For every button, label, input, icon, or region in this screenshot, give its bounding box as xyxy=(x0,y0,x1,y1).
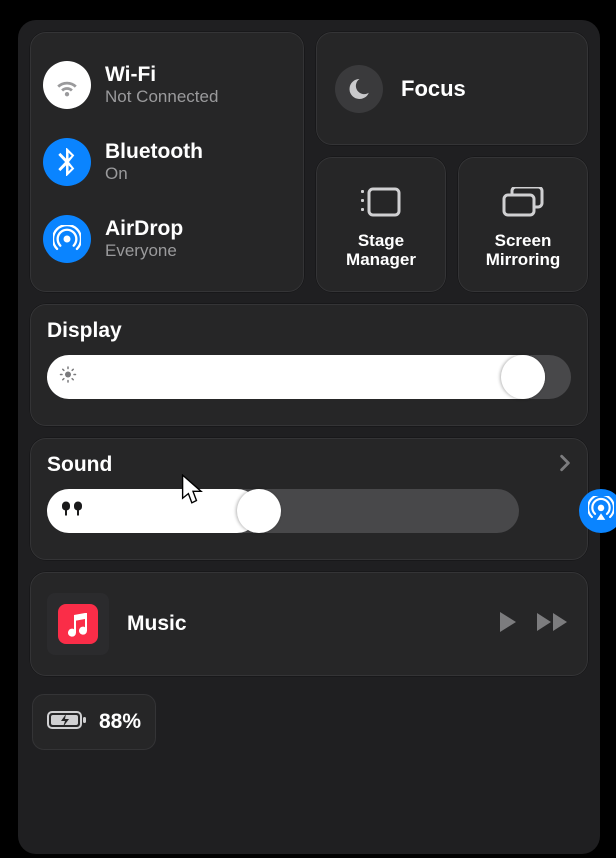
battery-row: 88% xyxy=(30,688,588,750)
sound-expand-button[interactable] xyxy=(559,454,571,477)
display-module: Display xyxy=(30,304,588,426)
now-playing-module[interactable]: Music xyxy=(30,572,588,676)
play-button[interactable] xyxy=(497,610,519,639)
airdrop-text: AirDrop Everyone xyxy=(105,217,183,261)
wifi-status: Not Connected xyxy=(105,87,218,107)
screen-mirroring-button[interactable]: Screen Mirroring xyxy=(458,157,588,292)
music-app-icon xyxy=(47,593,109,655)
screen-mirroring-icon xyxy=(502,178,544,226)
top-right-column: Focus Stage Manager Screen Mirroring xyxy=(316,32,588,292)
media-controls xyxy=(497,610,571,639)
sound-volume-slider[interactable] xyxy=(47,489,519,533)
stage-manager-label: Stage Manager xyxy=(346,232,416,269)
airdrop-title: AirDrop xyxy=(105,217,183,241)
display-slider-thumb xyxy=(501,355,545,399)
display-slider-fill xyxy=(47,355,545,399)
next-track-button[interactable] xyxy=(537,611,571,638)
wifi-title: Wi-Fi xyxy=(105,63,218,87)
airdrop-icon xyxy=(43,215,91,263)
wifi-text: Wi-Fi Not Connected xyxy=(105,63,218,107)
focus-icon xyxy=(335,65,383,113)
stage-manager-button[interactable]: Stage Manager xyxy=(316,157,446,292)
bluetooth-toggle[interactable]: Bluetooth On xyxy=(43,124,291,200)
battery-button[interactable]: 88% xyxy=(32,694,156,750)
bluetooth-icon xyxy=(43,138,91,186)
sound-slider-thumb xyxy=(237,489,281,533)
airpods-icon xyxy=(59,500,85,523)
tile-row: Stage Manager Screen Mirroring xyxy=(316,157,588,292)
wifi-icon xyxy=(43,61,91,109)
now-playing-title: Music xyxy=(127,612,497,636)
sound-module: Sound xyxy=(30,438,588,560)
battery-charging-icon xyxy=(47,709,87,736)
display-brightness-slider[interactable] xyxy=(47,355,571,399)
screen-mirroring-label: Screen Mirroring xyxy=(486,232,561,269)
bluetooth-text: Bluetooth On xyxy=(105,140,203,184)
wifi-toggle[interactable]: Wi-Fi Not Connected xyxy=(43,47,291,123)
connectivity-module: Wi-Fi Not Connected Bluetooth On Air xyxy=(30,32,304,292)
bluetooth-title: Bluetooth xyxy=(105,140,203,164)
airdrop-status: Everyone xyxy=(105,241,183,261)
battery-level: 88% xyxy=(99,710,141,734)
sound-output-button[interactable] xyxy=(579,489,616,533)
stage-manager-icon xyxy=(361,178,401,226)
sound-title: Sound xyxy=(47,453,112,477)
airplay-audio-icon xyxy=(588,496,614,527)
focus-label: Focus xyxy=(401,76,466,102)
focus-toggle[interactable]: Focus xyxy=(316,32,588,145)
brightness-low-icon xyxy=(59,366,77,389)
control-center: Wi-Fi Not Connected Bluetooth On Air xyxy=(18,20,600,854)
airdrop-toggle[interactable]: AirDrop Everyone xyxy=(43,201,291,277)
top-row: Wi-Fi Not Connected Bluetooth On Air xyxy=(30,32,588,292)
bluetooth-status: On xyxy=(105,164,203,184)
display-title: Display xyxy=(47,319,571,343)
